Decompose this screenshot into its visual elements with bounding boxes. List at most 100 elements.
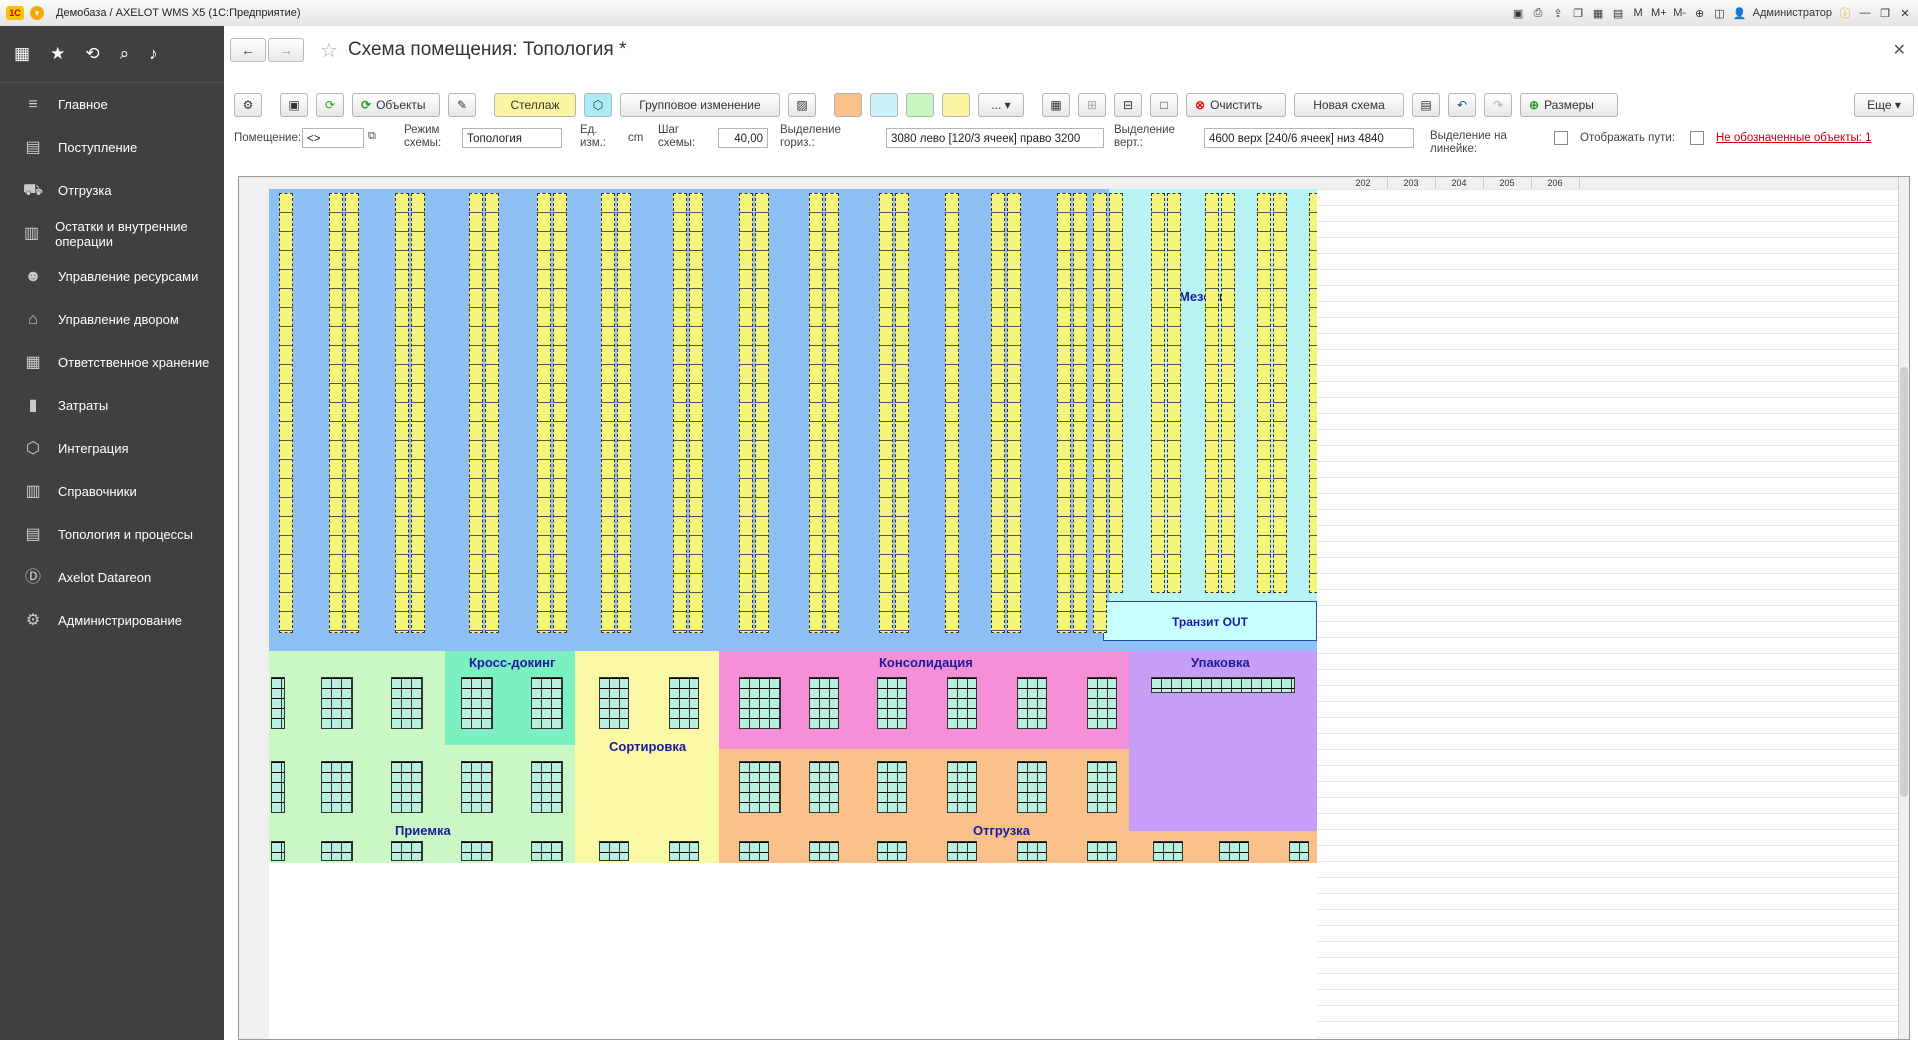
rack-column[interactable] bbox=[689, 193, 703, 633]
more-button[interactable]: Еще ▾ bbox=[1854, 93, 1914, 117]
save-icon[interactable]: ▣ bbox=[1511, 7, 1525, 20]
sidebar-item-6[interactable]: ▦ Ответственное хранение bbox=[0, 341, 224, 384]
rack-column[interactable] bbox=[1205, 193, 1219, 593]
storage-cell-block[interactable] bbox=[1087, 841, 1117, 861]
storage-cell-block[interactable] bbox=[1151, 677, 1295, 693]
rack-column[interactable] bbox=[1073, 193, 1087, 633]
storage-cell-block[interactable] bbox=[391, 677, 423, 729]
sidebar-item-9[interactable]: ▥ Справочники bbox=[0, 470, 224, 513]
storage-cell-block[interactable] bbox=[1017, 677, 1047, 729]
storage-cell-block[interactable] bbox=[1289, 841, 1309, 861]
sidebar-item-10[interactable]: ▤ Топология и процессы bbox=[0, 513, 224, 556]
search-icon[interactable]: ⌕ bbox=[120, 44, 130, 64]
info-icon[interactable]: ⓘ bbox=[1838, 5, 1852, 21]
storage-cell-block[interactable] bbox=[947, 677, 977, 729]
storage-cell-block[interactable] bbox=[809, 841, 839, 861]
rack-column[interactable] bbox=[895, 193, 909, 633]
sidebar-item-2[interactable]: ⛟ Отгрузка bbox=[0, 169, 224, 212]
group-change-button[interactable]: Групповое изменение bbox=[620, 93, 780, 117]
swatch-green-button[interactable] bbox=[906, 93, 934, 117]
table-view-button[interactable]: ▤ bbox=[1412, 93, 1440, 117]
rack-column[interactable] bbox=[1273, 193, 1287, 593]
favorite-star-icon[interactable]: ☆ bbox=[320, 38, 338, 63]
rack-column[interactable] bbox=[673, 193, 687, 633]
vsel-field[interactable]: 4600 верх [240/6 ячеек] низ 4840 bbox=[1204, 128, 1414, 148]
rack-column[interactable] bbox=[825, 193, 839, 633]
mode-select[interactable]: Топология bbox=[462, 128, 562, 148]
storage-cell-block[interactable] bbox=[1017, 761, 1047, 813]
rack-column[interactable] bbox=[553, 193, 567, 633]
rack-column[interactable] bbox=[1257, 193, 1271, 593]
restore-icon[interactable]: ❐ bbox=[1878, 7, 1892, 20]
swatch-yellow-button[interactable] bbox=[942, 93, 970, 117]
storage-cell-block[interactable] bbox=[461, 677, 493, 729]
storage-cell-block[interactable] bbox=[739, 841, 769, 861]
swatch-orange-button[interactable] bbox=[834, 93, 862, 117]
calculator-icon[interactable]: ▤ bbox=[1611, 7, 1625, 20]
quad-view-button[interactable]: ⊟ bbox=[1114, 93, 1142, 117]
storage-cell-block[interactable] bbox=[739, 761, 781, 813]
sizes-button[interactable]: ⊕ Размеры bbox=[1520, 93, 1618, 117]
rack-column[interactable] bbox=[485, 193, 499, 633]
empty-grid-area[interactable] bbox=[1317, 189, 1909, 1039]
sidebar-item-0[interactable]: ≡ Главное bbox=[0, 83, 224, 126]
storage-cell-block[interactable] bbox=[531, 841, 563, 861]
zoom-icon[interactable]: ⊕ bbox=[1693, 7, 1707, 20]
rack-column[interactable] bbox=[345, 193, 359, 633]
storage-cell-block[interactable] bbox=[461, 761, 493, 813]
scrollbar-thumb[interactable] bbox=[1900, 367, 1908, 797]
panel-icon[interactable]: ◫ bbox=[1713, 7, 1727, 20]
storage-cell-block[interactable] bbox=[1087, 761, 1117, 813]
rack-column[interactable] bbox=[279, 193, 293, 633]
sidebar-item-12[interactable]: ⚙ Администрирование bbox=[0, 599, 224, 642]
storage-cell-block[interactable] bbox=[321, 761, 353, 813]
storage-cell-block[interactable] bbox=[271, 761, 285, 813]
rack-column[interactable] bbox=[617, 193, 631, 633]
storage-cell-block[interactable] bbox=[1153, 841, 1183, 861]
storage-cell-block[interactable] bbox=[947, 761, 977, 813]
storage-cell-block[interactable] bbox=[669, 841, 699, 861]
settings-button[interactable]: ⚙ bbox=[234, 93, 262, 117]
objects-button[interactable]: ⟳ Объекты bbox=[352, 93, 440, 117]
storage-cell-block[interactable] bbox=[669, 677, 699, 729]
memory-minus-button[interactable]: M- bbox=[1673, 7, 1687, 19]
rack-column[interactable] bbox=[1057, 193, 1071, 633]
rack-column[interactable] bbox=[469, 193, 483, 633]
sidebar-item-8[interactable]: ⬡ Интеграция bbox=[0, 427, 224, 470]
close-window-icon[interactable]: ✕ bbox=[1898, 7, 1912, 20]
rack-column[interactable] bbox=[1167, 193, 1181, 593]
room-schema[interactable]: Мезонин Транзит OUT Кросс-докинг Консоли… bbox=[238, 176, 1910, 1040]
storage-cell-block[interactable] bbox=[877, 677, 907, 729]
calendar-icon[interactable]: ▦ bbox=[1591, 7, 1605, 20]
storage-cell-block[interactable] bbox=[1087, 677, 1117, 729]
undo-icon[interactable]: ↶ bbox=[1448, 93, 1476, 117]
edit-image-button[interactable]: ✎ bbox=[448, 93, 476, 117]
rack-column[interactable] bbox=[755, 193, 769, 633]
show-paths-checkbox[interactable] bbox=[1690, 131, 1704, 145]
save-schema-button[interactable]: ▣ bbox=[280, 93, 308, 117]
rack-column[interactable] bbox=[537, 193, 551, 633]
frame-button[interactable]: □ bbox=[1150, 93, 1178, 117]
unmarked-objects-link[interactable]: Не обозначенные объекты: 1 bbox=[1716, 132, 1872, 144]
rack-column[interactable] bbox=[1109, 193, 1123, 593]
memory-plus-button[interactable]: M+ bbox=[1651, 7, 1667, 19]
storage-cell-block[interactable] bbox=[531, 761, 563, 813]
new-schema-button[interactable]: Новая схема bbox=[1294, 93, 1404, 117]
storage-cell-block[interactable] bbox=[599, 677, 629, 729]
rack-column[interactable] bbox=[601, 193, 615, 633]
rack-column[interactable] bbox=[395, 193, 409, 633]
main-menu-icon[interactable]: ▾ bbox=[30, 6, 44, 20]
open-room-icon[interactable]: ⧉ bbox=[368, 130, 376, 143]
ruler-sel-checkbox[interactable] bbox=[1554, 131, 1568, 145]
vertical-ruler[interactable] bbox=[239, 189, 270, 1039]
storage-cell-block[interactable] bbox=[877, 761, 907, 813]
rack-column[interactable] bbox=[945, 193, 959, 633]
rack-column[interactable] bbox=[1151, 193, 1165, 593]
rack-column[interactable] bbox=[1221, 193, 1235, 593]
redo-icon[interactable]: ↷ bbox=[1484, 93, 1512, 117]
step-field[interactable]: 40,00 bbox=[718, 128, 768, 148]
storage-cell-block[interactable] bbox=[877, 841, 907, 861]
storage-cell-block[interactable] bbox=[321, 677, 353, 729]
sidebar-item-11[interactable]: Ⓓ Axelot Datareon bbox=[0, 556, 224, 599]
history-icon[interactable]: ⟲ bbox=[85, 44, 99, 64]
